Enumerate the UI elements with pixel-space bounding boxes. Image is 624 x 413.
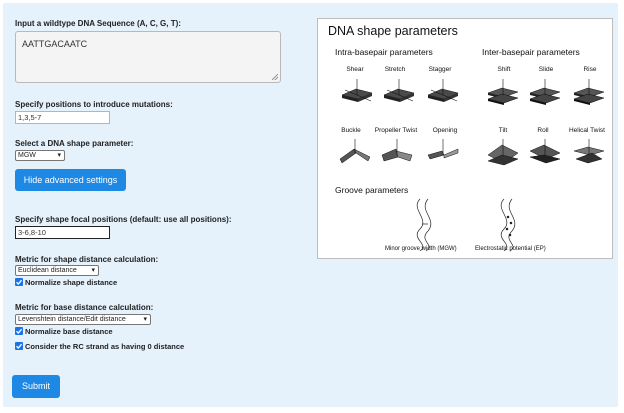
checkmark-icon bbox=[16, 328, 23, 334]
normalize-base-label: Normalize base distance bbox=[25, 327, 113, 336]
shape-param-select[interactable]: MGW ▾ bbox=[15, 150, 65, 161]
base-metric-value: Levenshtein distance/Edit distance bbox=[18, 316, 126, 323]
base-pair-diagrams bbox=[339, 78, 605, 252]
shape-param-label: Select a DNA shape parameter: bbox=[15, 139, 134, 148]
groove-title: Groove parameters bbox=[335, 185, 409, 195]
rc-zero-label: Consider the RC strand as having 0 dista… bbox=[25, 342, 185, 351]
resize-grip-icon[interactable] bbox=[272, 74, 278, 80]
base-metric-label: Metric for base distance calculation: bbox=[15, 303, 154, 312]
shape-metric-label: Metric for shape distance calculation: bbox=[15, 255, 159, 264]
normalize-shape-checkbox[interactable] bbox=[15, 278, 23, 286]
chevron-down-icon: ▾ bbox=[143, 316, 147, 323]
sequence-textarea[interactable]: AATTGACAATC bbox=[15, 31, 281, 83]
focal-positions-input[interactable]: 3-6,8-10 bbox=[15, 226, 110, 239]
normalize-base-checkbox[interactable] bbox=[15, 327, 23, 335]
submit-button[interactable]: Submit bbox=[12, 375, 60, 398]
chevron-down-icon: ▾ bbox=[57, 152, 61, 159]
base-metric-select[interactable]: Levenshtein distance/Edit distance ▾ bbox=[15, 314, 151, 325]
dna-shape-figure: DNA shape parameters Intra-basepair para… bbox=[317, 18, 613, 259]
shape-metric-value: Euclidean distance bbox=[18, 267, 77, 274]
rc-zero-checkbox[interactable] bbox=[15, 342, 23, 350]
ep-label: Electrostatic potential (EP) bbox=[475, 246, 546, 252]
hide-advanced-button[interactable]: Hide advanced settings bbox=[15, 169, 126, 191]
checkmark-icon bbox=[16, 279, 23, 285]
checkmark-icon bbox=[16, 343, 23, 349]
mgw-helix bbox=[416, 198, 432, 252]
normalize-shape-label: Normalize shape distance bbox=[25, 278, 118, 287]
shape-param-value: MGW bbox=[18, 152, 36, 159]
form-panel: Input a wildtype DNA Sequence (A, C, G, … bbox=[3, 3, 618, 407]
mutations-input[interactable]: 1,3,5-7 bbox=[15, 111, 110, 124]
mutations-label: Specify positions to introduce mutations… bbox=[15, 100, 173, 109]
sequence-label: Input a wildtype DNA Sequence (A, C, G, … bbox=[15, 19, 181, 28]
shape-metric-select[interactable]: Euclidean distance ▾ bbox=[15, 265, 99, 276]
chevron-down-icon: ▾ bbox=[91, 267, 95, 274]
sequence-value: AATTGACAATC bbox=[22, 39, 88, 49]
focal-positions-label: Specify shape focal positions (default: … bbox=[15, 215, 232, 224]
ep-helix bbox=[500, 198, 516, 252]
mgw-label: Minor groove width (MGW) bbox=[385, 246, 457, 252]
